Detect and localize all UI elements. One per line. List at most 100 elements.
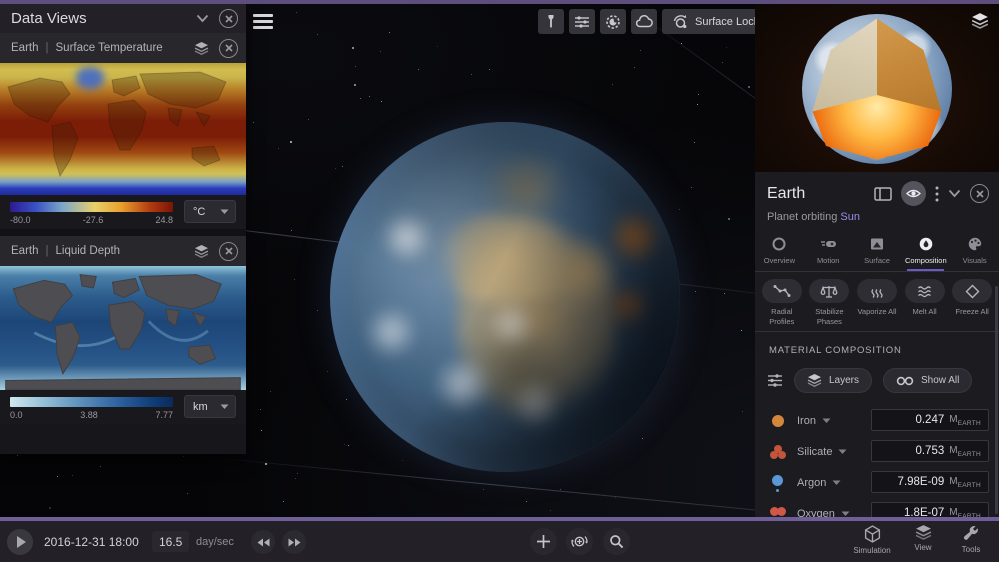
melt-all-button[interactable]: Melt All bbox=[901, 279, 949, 327]
layers-icon[interactable] bbox=[971, 13, 989, 29]
unit-dropdown[interactable]: km bbox=[184, 395, 236, 418]
clouds-button[interactable] bbox=[631, 9, 657, 34]
star bbox=[388, 31, 390, 33]
tab-overview[interactable]: Overview bbox=[755, 232, 804, 271]
data-views-panel: Data Views Earth | Surface Temperature -… bbox=[0, 4, 246, 454]
close-icon[interactable] bbox=[219, 9, 238, 28]
argon-icon bbox=[769, 473, 793, 493]
tab-composition[interactable]: Composition bbox=[901, 232, 950, 271]
liquid-depth-map[interactable] bbox=[0, 266, 246, 390]
panel-title: Data Views bbox=[11, 10, 87, 27]
parent-body-link[interactable]: Sun bbox=[840, 211, 860, 223]
scrollbar-thumb[interactable] bbox=[995, 286, 998, 514]
flashlight-button[interactable] bbox=[538, 9, 564, 34]
tab-visuals[interactable]: Visuals bbox=[950, 232, 999, 271]
star bbox=[17, 454, 19, 456]
add-object-button[interactable] bbox=[530, 528, 557, 555]
composition-filters: Layers Show All bbox=[755, 366, 999, 397]
layers-icon[interactable] bbox=[194, 244, 209, 258]
star bbox=[694, 142, 696, 144]
chevron-down-icon[interactable] bbox=[196, 14, 209, 23]
speed-unit-label[interactable]: day/sec bbox=[196, 521, 234, 562]
slower-button[interactable] bbox=[251, 530, 275, 554]
wrench-icon bbox=[963, 526, 978, 540]
visibility-button[interactable] bbox=[901, 181, 926, 206]
chevron-down-icon[interactable] bbox=[832, 480, 841, 486]
freeze-icon bbox=[965, 284, 980, 298]
radial-profiles-button[interactable]: Radial Profiles bbox=[758, 279, 806, 327]
simulation-datetime[interactable]: 2016-12-31 18:00 bbox=[44, 521, 139, 562]
material-row-argon: Argon 7.98E-09 MEARTH bbox=[755, 467, 999, 498]
search-icon bbox=[610, 535, 624, 549]
fast-forward-icon bbox=[288, 538, 300, 546]
star bbox=[633, 67, 635, 68]
surface-temperature-map[interactable] bbox=[0, 63, 246, 195]
filter-sliders-icon[interactable] bbox=[767, 373, 783, 388]
temperature-gradient-bar bbox=[10, 202, 173, 212]
action-label: Stabilize Phases bbox=[815, 307, 844, 327]
earth-3d-globe[interactable] bbox=[330, 122, 680, 472]
close-icon[interactable] bbox=[219, 241, 238, 261]
freeze-all-button[interactable]: Freeze All bbox=[948, 279, 996, 327]
material-unit: M bbox=[949, 413, 958, 425]
sidebar-toggle-icon[interactable] bbox=[874, 186, 892, 201]
tab-label: Visuals bbox=[962, 256, 987, 265]
cutaway-sphere bbox=[802, 14, 952, 164]
object-title: Earth bbox=[767, 184, 806, 202]
star bbox=[723, 293, 725, 295]
material-unit-sub: EARTH bbox=[957, 419, 981, 427]
star bbox=[436, 45, 438, 47]
close-icon[interactable] bbox=[970, 184, 989, 203]
visuals-icon bbox=[968, 237, 981, 251]
star bbox=[186, 493, 188, 495]
tab-motion[interactable]: Motion bbox=[804, 232, 853, 271]
sliders-icon bbox=[575, 15, 589, 28]
star bbox=[742, 410, 744, 412]
atmosphere-button[interactable] bbox=[600, 9, 626, 34]
card-gap bbox=[0, 229, 246, 236]
material-value-field[interactable]: 0.753 MEARTH bbox=[871, 440, 989, 463]
material-value-field[interactable]: 0.247 MEARTH bbox=[871, 409, 989, 432]
stabilize-phases-button[interactable]: Stabilize Phases bbox=[806, 279, 854, 327]
tab-surface[interactable]: Surface bbox=[853, 232, 902, 271]
earth-cutaway-preview[interactable] bbox=[755, 4, 999, 172]
star bbox=[725, 47, 727, 48]
star bbox=[690, 187, 692, 189]
play-icon bbox=[17, 536, 26, 548]
play-button[interactable] bbox=[7, 529, 33, 555]
simulation-menu-button[interactable]: Simulation bbox=[844, 525, 900, 555]
unit-dropdown[interactable]: °C bbox=[184, 200, 236, 223]
chevron-down-icon[interactable] bbox=[822, 418, 831, 424]
scale-min: 0.0 bbox=[10, 410, 23, 420]
timeline-bar: 2016-12-31 18:00 16.5 day/sec Simulation… bbox=[0, 521, 999, 562]
chevron-down-icon[interactable] bbox=[841, 511, 850, 517]
viewport-toolbar: Surface Lock bbox=[538, 9, 770, 34]
kebab-menu-icon[interactable] bbox=[935, 186, 939, 202]
star bbox=[697, 104, 699, 106]
search-button[interactable] bbox=[603, 528, 630, 555]
move-rotate-button[interactable] bbox=[566, 528, 593, 555]
speed-value-field[interactable]: 16.5 bbox=[152, 531, 190, 552]
tab-label: Surface bbox=[864, 256, 890, 265]
faster-button[interactable] bbox=[282, 530, 306, 554]
close-icon[interactable] bbox=[219, 38, 238, 58]
object-tabs: Overview Motion Surface Composition Visu… bbox=[755, 232, 999, 271]
dataview-metric: Surface Temperature bbox=[55, 42, 163, 54]
surface-lock-button[interactable]: Surface Lock bbox=[662, 9, 770, 34]
layers-button[interactable]: Layers bbox=[794, 368, 873, 394]
hamburger-menu-icon[interactable] bbox=[253, 14, 273, 30]
material-unit-sub: EARTH bbox=[957, 481, 981, 489]
material-value-field[interactable]: 7.98E-09 MEARTH bbox=[871, 471, 989, 494]
chevron-down-icon[interactable] bbox=[948, 189, 961, 198]
chevron-down-icon[interactable] bbox=[838, 449, 847, 455]
layers-icon[interactable] bbox=[194, 41, 209, 55]
tab-label: Overview bbox=[763, 256, 796, 265]
star bbox=[295, 12, 297, 14]
panel-footer bbox=[0, 424, 246, 454]
tools-menu-button[interactable]: Tools bbox=[943, 525, 999, 554]
data-overlays-button[interactable] bbox=[569, 9, 595, 34]
vaporize-all-button[interactable]: Vaporize All bbox=[853, 279, 901, 327]
show-all-button[interactable]: Show All bbox=[883, 368, 973, 394]
scale-max: 7.77 bbox=[155, 410, 173, 420]
star bbox=[368, 96, 370, 98]
